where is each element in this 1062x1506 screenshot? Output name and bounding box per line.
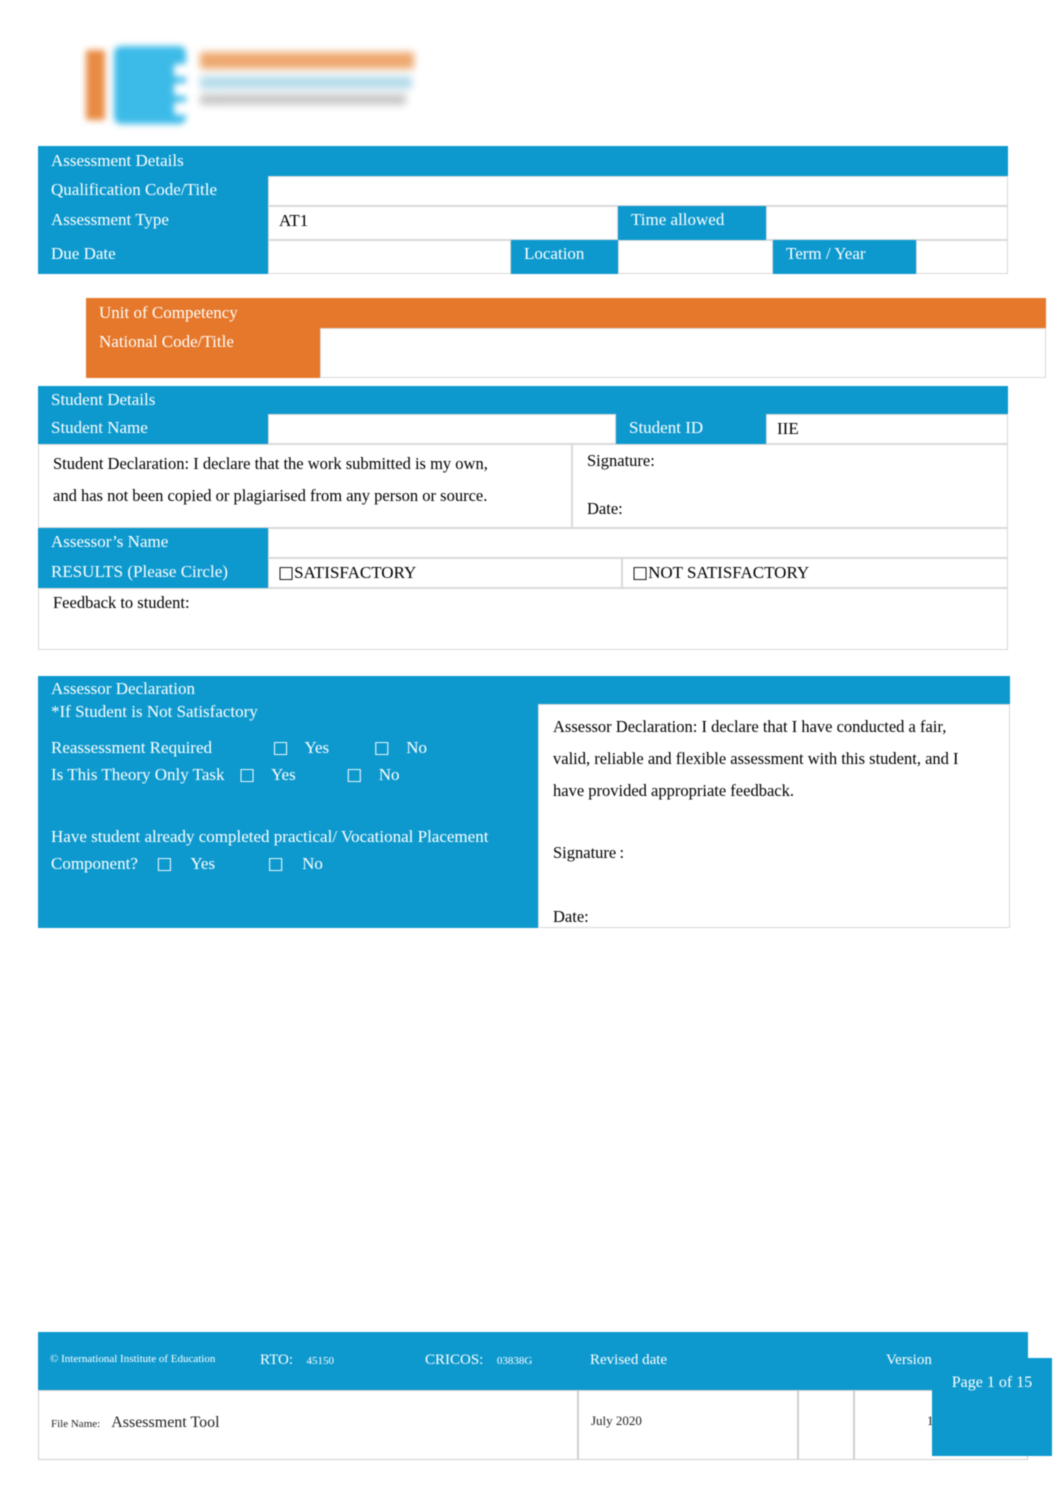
national-code-title-field[interactable] [320, 328, 1046, 378]
assessment-details-title: Assessment Details [38, 146, 1008, 176]
qualification-code-title-field[interactable] [268, 176, 1008, 206]
assessment-type-label: Assessment Type [38, 206, 268, 240]
student-signature-label[interactable]: Signature: [573, 445, 1007, 475]
student-date-label[interactable]: Date: [573, 475, 1007, 519]
footer-cricos-label: CRICOS: [425, 1352, 484, 1368]
feedback-label: Feedback to student: [53, 593, 190, 612]
assessment-type-field[interactable]: AT1 [268, 206, 618, 240]
student-signature-box: Signature: Date: [572, 444, 1008, 528]
placement-question-row: Component? □ Yes □ No [38, 847, 538, 874]
assessment-details-table: Assessment Details Qualification Code/Ti… [38, 146, 1008, 274]
theory-only-yes-label[interactable]: Yes [271, 765, 296, 784]
theory-only-no-label[interactable]: No [379, 765, 400, 784]
footer-file-name-value: Assessment Tool [111, 1414, 220, 1431]
assessor-declaration-line-3: have provided appropriate feedback. [553, 781, 794, 800]
reassessment-required-row: Reassessment Required □ Yes □ No [38, 723, 538, 758]
theory-only-task-row: Is This Theory Only Task □ Yes □ No [38, 758, 538, 785]
placement-yes-label[interactable]: Yes [190, 854, 215, 873]
theory-only-task-label: Is This Theory Only Task [51, 765, 225, 785]
theory-only-yes-checkbox-icon[interactable]: □ [239, 765, 255, 785]
assessor-name-label: Assessor’s Name [38, 528, 268, 558]
time-allowed-field[interactable] [766, 206, 1008, 240]
reassessment-required-label: Reassessment Required [51, 737, 212, 757]
iie-logo-mark [70, 42, 218, 126]
organisation-logo [70, 38, 420, 130]
placement-question-line-2: Component? [51, 853, 138, 873]
term-year-field[interactable] [916, 240, 1008, 274]
reassessment-no-label[interactable]: No [406, 738, 427, 757]
page-number-badge: Page 1 of 15 [932, 1358, 1052, 1456]
unit-of-competency-table: Unit of Competency National Code/Title [86, 298, 1046, 378]
logo-orange-bar [86, 50, 105, 120]
result-satisfactory-option[interactable]: □SATISFACTORY [268, 558, 622, 588]
satisfactory-checkbox-icon[interactable]: □ [278, 563, 294, 583]
student-declaration-box: Student Declaration: I declare that the … [38, 444, 572, 528]
reassessment-yes-checkbox-icon[interactable]: □ [273, 738, 289, 758]
national-code-title-label: National Code/Title [86, 328, 320, 378]
not-satisfactory-label: NOT SATISFACTORY [648, 563, 810, 582]
footer-file-name-cell: File Name: Assessment Tool [38, 1390, 578, 1460]
logo-wordmark-line-2 [200, 76, 412, 89]
placement-yes-checkbox-icon[interactable]: □ [156, 854, 172, 874]
due-date-label: Due Date [38, 240, 268, 274]
not-satisfactory-checkbox-icon[interactable]: □ [632, 563, 648, 583]
placement-question-line-1: Have student already completed practical… [51, 826, 489, 846]
reassessment-yes-label[interactable]: Yes [304, 738, 329, 757]
time-allowed-label: Time allowed [618, 206, 766, 240]
theory-only-no-checkbox-icon[interactable]: □ [346, 765, 362, 785]
result-not-satisfactory-option[interactable]: □NOT SATISFACTORY [622, 558, 1008, 588]
assessor-date-label[interactable]: Date: [539, 865, 1009, 929]
assessor-declaration-left-panel: Assessor Declaration *If Student is Not … [38, 676, 538, 928]
page-footer: © International Institute of Education R… [38, 1332, 1028, 1460]
due-date-field[interactable] [268, 240, 511, 274]
qualification-code-title-label: Qualification Code/Title [38, 176, 268, 206]
assessor-declaration-right-panel: Assessor Declaration: I declare that I h… [538, 704, 1010, 928]
assessor-declaration-title: Assessor Declaration [51, 679, 195, 698]
student-name-field[interactable] [268, 414, 616, 444]
footer-revised-date-value: July 2020 [578, 1390, 798, 1460]
footer-cricos-value: 03838G [496, 1355, 533, 1367]
feedback-box[interactable]: Feedback to student: [38, 588, 1008, 650]
logo-wordmark-line-1 [200, 52, 414, 69]
footer-revised-date-label: Revised date [578, 1332, 798, 1390]
student-id-field[interactable]: IIE [766, 414, 1008, 444]
term-year-label: Term / Year [773, 240, 916, 274]
logo-wordmark [200, 50, 420, 116]
reassessment-no-checkbox-icon[interactable]: □ [374, 738, 390, 758]
placement-no-checkbox-icon[interactable]: □ [268, 854, 284, 874]
student-details-table: Student Details Student Name Student ID … [38, 386, 1008, 650]
results-label: RESULTS (Please Circle) [38, 558, 268, 588]
assessor-declaration-line-2: valid, reliable and flexible assessment … [553, 749, 959, 768]
footer-file-name-label: File Name: [51, 1418, 101, 1430]
placement-no-label[interactable]: No [302, 854, 323, 873]
student-declaration-line-1: Student Declaration: I declare that the … [53, 454, 488, 473]
student-name-label: Student Name [38, 414, 268, 444]
location-label: Location [511, 240, 618, 274]
logo-blue-square [114, 46, 218, 124]
footer-cricos-cell: CRICOS: 03838G [413, 1332, 578, 1390]
logo-wordmark-line-3 [200, 94, 406, 105]
footer-rto-cell: RTO: 45150 [248, 1332, 413, 1390]
footer-version-spacer [798, 1390, 854, 1460]
footer-rto-value: 45150 [306, 1355, 335, 1367]
satisfactory-label: SATISFACTORY [294, 563, 417, 582]
student-id-label: Student ID [616, 414, 766, 444]
assessor-signature-label[interactable]: Signature : [539, 807, 1009, 865]
student-details-title: Student Details [38, 386, 1008, 414]
assessor-declaration-line-1: Assessor Declaration: I declare that I h… [553, 717, 947, 736]
student-declaration-line-2: and has not been copied or plagiarised f… [53, 486, 488, 505]
assessor-declaration-subtitle: *If Student is Not Satisfactory [51, 702, 258, 722]
footer-copyright: © International Institute of Education [38, 1332, 248, 1390]
location-field[interactable] [618, 240, 773, 274]
assessor-name-field[interactable] [268, 528, 1008, 558]
footer-rto-label: RTO: [260, 1352, 293, 1368]
unit-of-competency-label: Unit of Competency [86, 298, 1046, 328]
assessor-declaration-table: Assessor Declaration *If Student is Not … [38, 676, 1010, 928]
